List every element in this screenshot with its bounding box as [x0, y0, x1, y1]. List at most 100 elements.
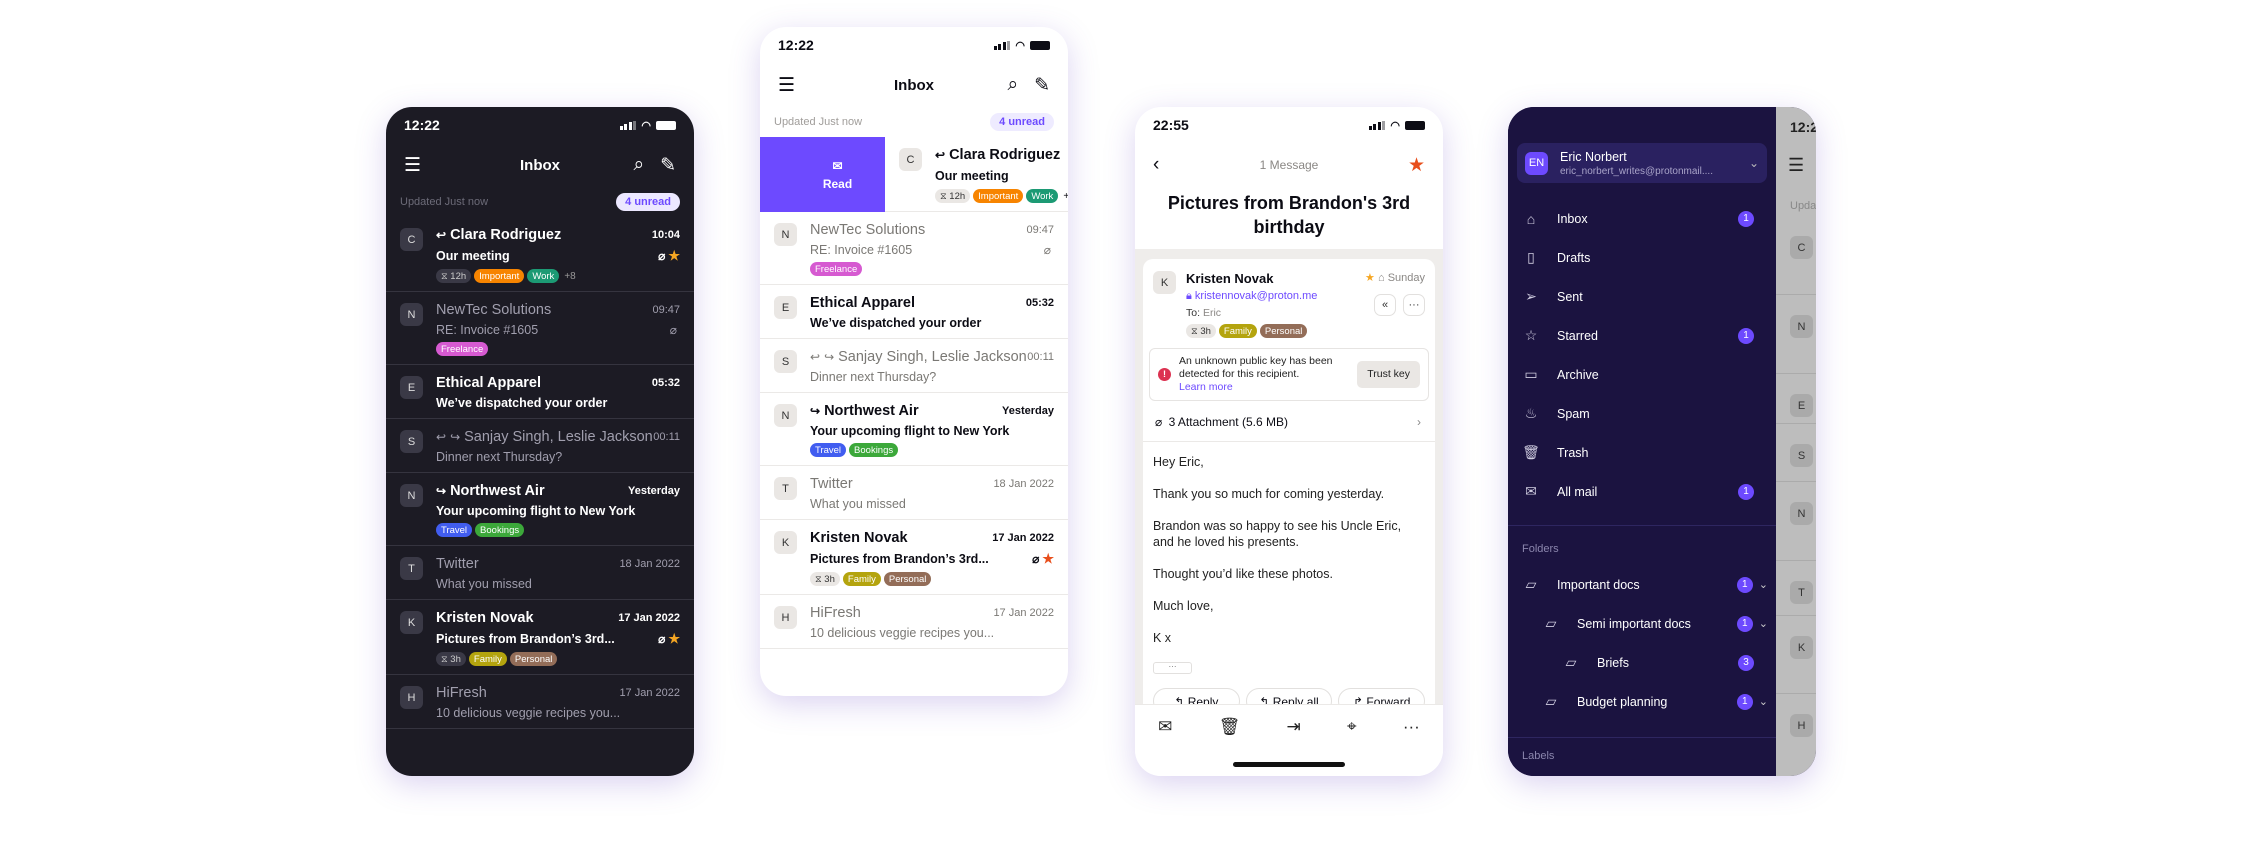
sidebar-item-drafts[interactable]: ▯ Drafts [1508, 238, 1776, 277]
paperclip-icon: ⌀ [658, 249, 666, 263]
sidebar-item-sent[interactable]: ➢ Sent [1508, 277, 1776, 316]
hamburger-icon[interactable]: ☰ [778, 74, 795, 97]
sidebar-item-spam[interactable]: ♨ Spam [1508, 394, 1776, 433]
trust-key-button[interactable]: Trust key [1357, 361, 1420, 388]
sidebar-item-starred[interactable]: ☆ Starred 1 [1508, 316, 1776, 355]
send-icon: ➢ [1525, 288, 1537, 304]
message-row[interactable]: N NewTec Solutions 09:47 RE: Invoice #1605 ⌀… [760, 212, 1068, 285]
message-list: ✉ReadC↩Clara Rodriguez10:04Our meeting⌀★… [760, 137, 1068, 649]
read-swipe-action[interactable]: ✉ Read [760, 137, 885, 212]
message-row[interactable]: N NewTec Solutions 09:47 RE: Invoice #1605 ⌀… [386, 292, 694, 365]
message-row[interactable]: N ↪ Northwest Air Yesterday Your upcoming fl… [386, 473, 694, 546]
label-icon[interactable]: ⌖ [1347, 717, 1357, 739]
reply-all-button[interactable]: « [1374, 294, 1396, 316]
message-time: Yesterday [628, 485, 680, 497]
chevron-down-icon[interactable]: ⌄ [1759, 578, 1768, 591]
sidebar-item-label: Spam [1557, 406, 1590, 421]
trash-icon[interactable]: 🗑︎ [1219, 717, 1241, 739]
message-view-phone: 22:55 ◠ ‹ 1 Message ★ Pictures from Bran… [1135, 107, 1443, 776]
compose-icon[interactable]: ✎ [660, 154, 676, 177]
star-icon[interactable]: ★ [1408, 154, 1425, 177]
message-date: Sunday [1387, 272, 1425, 284]
row-line-1: Ethical Apparel 05:32 [436, 375, 680, 391]
row-tags: ⧖ 12hImportantWork +8 [436, 269, 680, 283]
compose-icon[interactable]: ✎ [1034, 74, 1050, 97]
sidebar-item-all-mail[interactable]: ✉ All mail 1 [1508, 472, 1776, 511]
sidebar-item-archive[interactable]: ▭ Archive [1508, 355, 1776, 394]
sender-email[interactable]: kristennovak@proton.me [1195, 290, 1317, 302]
sidebar-item-label: Starred [1557, 328, 1598, 343]
message-row[interactable]: C↩Clara Rodriguez10:04Our meeting⌀★⧖ 12h… [386, 217, 694, 292]
message-row[interactable]: T Twitter 18 Jan 2022 What you missed [760, 466, 1068, 520]
mark-unread-icon[interactable]: ✉ [1158, 717, 1172, 739]
message-subject: Pictures from Brandon’s 3rd... [436, 632, 615, 646]
sender-name: Twitter [810, 476, 853, 492]
message-subject: We’ve dispatched your order [436, 396, 608, 410]
chevron-down-icon: ⌄ [1748, 156, 1759, 170]
inbox-header: ☰ Inbox ⌕ ✎ [760, 63, 1068, 107]
chevron-down-icon[interactable]: ⌄ [1759, 617, 1768, 630]
more-labels: +8 [564, 270, 576, 282]
unread-filter-button[interactable]: 4 unread [616, 193, 680, 211]
sender-name[interactable]: Kristen Novak [1186, 271, 1317, 286]
message-time: 17 Jan 2022 [992, 532, 1054, 544]
fire-icon: ♨ [1524, 405, 1538, 421]
learn-more-link[interactable]: Learn more [1179, 381, 1349, 394]
message-row[interactable]: S ↩ ↪ Sanjay Singh, Leslie Jackson 00:11 Dinn… [386, 419, 694, 473]
message-row[interactable]: S ↩ ↪ Sanjay Singh, Leslie Jackson 00:11 Dinn… [760, 339, 1068, 393]
message-subject: 10 delicious veggie recipes you... [436, 706, 621, 720]
folder-item[interactable]: ▱ Briefs 3 [1508, 643, 1776, 682]
message-row[interactable]: N ↪ Northwest Air Yesterday Your upcoming fl… [760, 393, 1068, 466]
sidebar-item-trash[interactable]: 🗑︎ Trash [1508, 433, 1776, 472]
updated-text: Updated Just now [400, 196, 489, 208]
sender-wrap: Twitter [436, 556, 479, 572]
recipient[interactable]: Eric [1203, 307, 1221, 319]
hamburger-icon[interactable]: ☰ [404, 154, 421, 177]
label-tag: Family [842, 572, 881, 586]
message-row[interactable]: K Kristen Novak 17 Jan 2022 Pictures from B… [386, 600, 694, 675]
avatar: C [899, 148, 922, 171]
message-row[interactable]: E Ethical Apparel 05:32 We’ve dispatched yo… [760, 285, 1068, 339]
folder-icon: ▱ [1565, 654, 1577, 670]
inbox-icon: ⌂ [1377, 272, 1385, 284]
unread-filter-button[interactable]: 4 unread [990, 113, 1054, 131]
chevron-down-icon[interactable]: ⌄ [1759, 695, 1768, 708]
row-icons: ⌀ ★ [658, 631, 680, 647]
row-content: Twitter 18 Jan 2022 What you missed [436, 556, 680, 591]
folder-item[interactable]: ▱ Semi important docs 1 ⌄ [1508, 604, 1776, 643]
message-row[interactable]: T Twitter 18 Jan 2022 What you missed [386, 546, 694, 600]
search-icon[interactable]: ⌕ [1007, 74, 1018, 97]
label-tag: Work [1026, 189, 1059, 203]
row-content: ↪ Northwest Air Yesterday Your upcoming fli… [436, 483, 680, 537]
message-text: Hey Eric, Thank you so much for coming ye… [1153, 442, 1425, 646]
message-row[interactable]: H HiFresh 17 Jan 2022 10 delicious veggie r… [760, 595, 1068, 649]
message-row[interactable]: H HiFresh 17 Jan 2022 10 delicious veggie r… [386, 675, 694, 729]
avatar: S [1790, 444, 1813, 467]
attachments-row[interactable]: ⌀ 3 Attachment (5.6 MB) › [1143, 401, 1435, 442]
row-icons: ⌀ [670, 323, 680, 337]
inbox-behind-drawer[interactable]: 12:2 ☰ Upda C N E S N T K H [1776, 107, 1816, 776]
row-content: ↩ ↪ Sanjay Singh, Leslie Jackson 00:11 Dinne… [810, 349, 1054, 384]
move-to-folder-icon[interactable]: ⇥ [1287, 717, 1301, 739]
show-quoted-button[interactable]: ··· [1153, 662, 1192, 674]
sidebar-item-inbox[interactable]: ⌂ Inbox 1 [1508, 199, 1776, 238]
message-row[interactable]: E Ethical Apparel 05:32 We’ve dispatched yo… [386, 365, 694, 419]
more-button[interactable]: ··· [1403, 294, 1425, 316]
sender-name: Sanjay Singh, Leslie Jackson [838, 349, 1027, 365]
search-icon[interactable]: ⌕ [633, 154, 644, 177]
message-time: 17 Jan 2022 [993, 607, 1054, 619]
back-icon[interactable]: ‹ [1153, 154, 1159, 176]
more-icon[interactable]: ··· [1403, 717, 1420, 739]
account-switcher[interactable]: EN Eric Norbert eric_norbert_writes@proto… [1517, 143, 1767, 183]
message-row[interactable]: C↩Clara Rodriguez10:04Our meeting⌀★⧖ 12h… [885, 137, 1068, 212]
labels-heading: Labels [1522, 750, 1555, 762]
sender-wrap: NewTec Solutions [436, 302, 551, 318]
row-line-2: RE: Invoice #1605 ⌀ [436, 323, 680, 337]
forwarded-icon: ↪ [436, 484, 447, 498]
message-row[interactable]: K Kristen Novak 17 Jan 2022 Pictures from B… [760, 520, 1068, 595]
folder-item[interactable]: ▱ Budget planning 1 ⌄ [1508, 682, 1776, 721]
star-icon: ★ [1365, 272, 1375, 284]
folder-item[interactable]: ▱ Important docs 1 ⌄ [1508, 565, 1776, 604]
account-name: Eric Norbert [1560, 149, 1627, 164]
message-list: C ↩ Clara Rodriguez 10:04 Our meeting ⌀ ★ ⧖ 12h… [386, 217, 694, 729]
